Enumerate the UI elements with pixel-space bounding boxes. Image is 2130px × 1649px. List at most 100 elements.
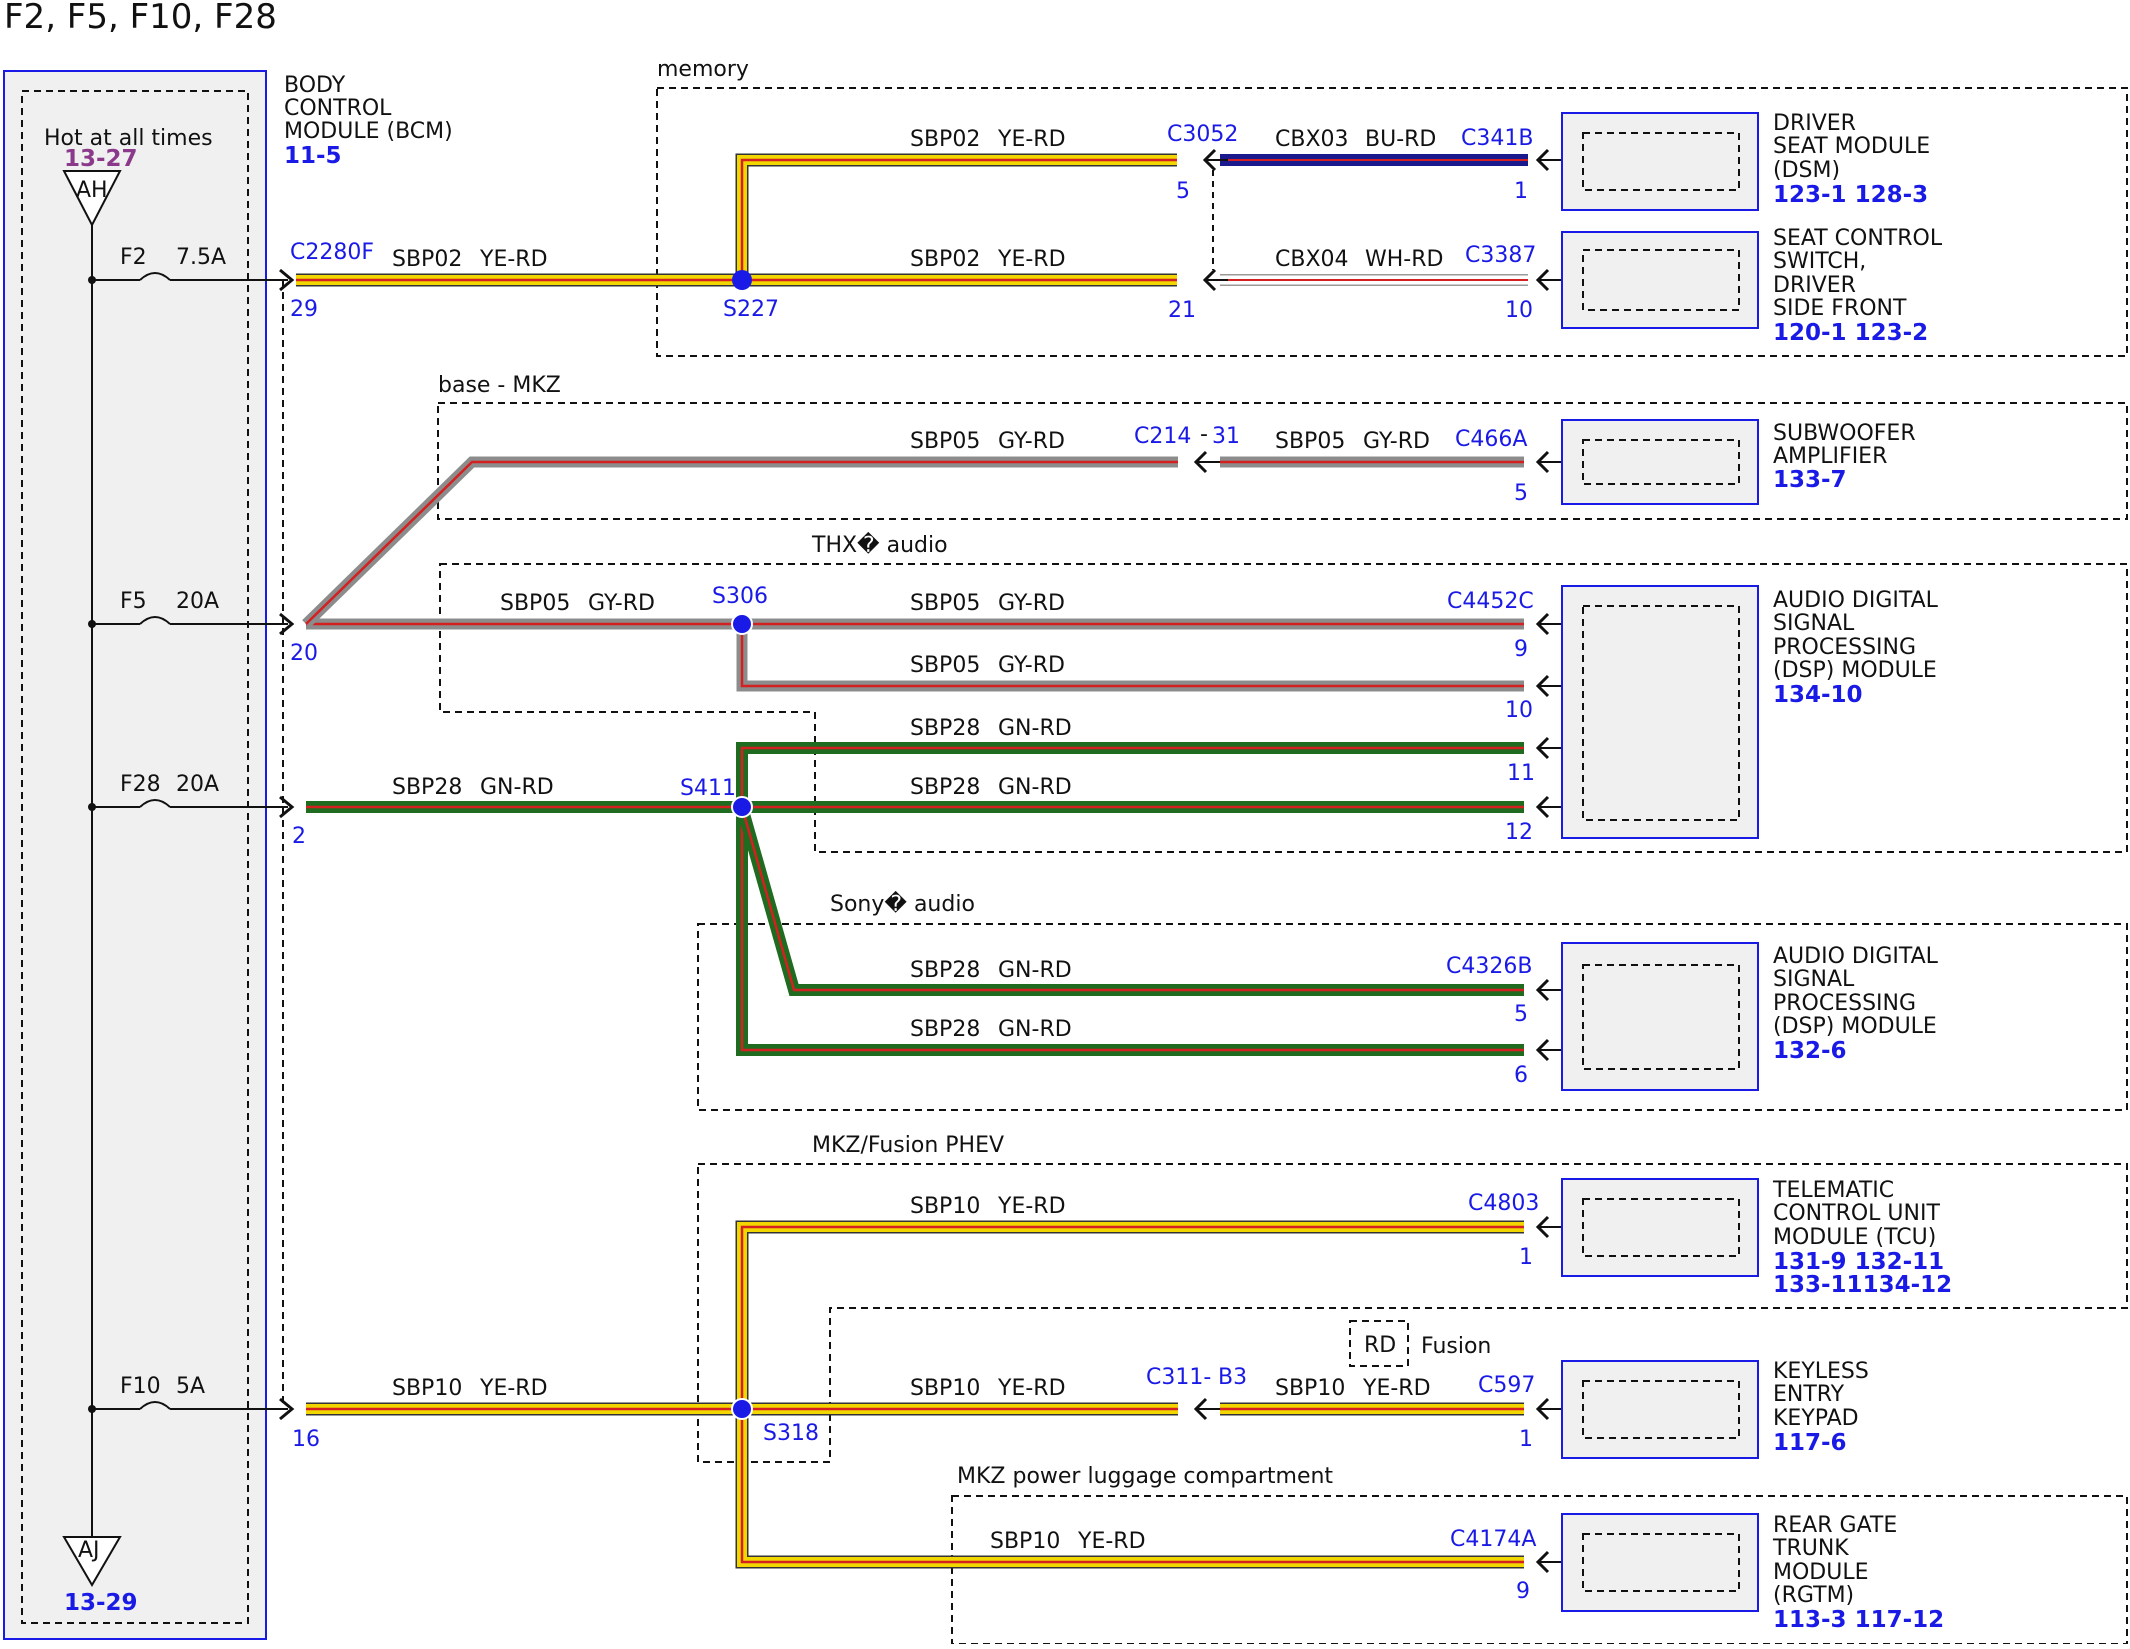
fuse-f5-name: F5 — [120, 589, 147, 614]
module-seat-switch-ref: 120-1 123-2 — [1773, 320, 1928, 346]
wl-gnrd-b: GN-RD — [480, 775, 554, 800]
module-seat-switch-label: SEAT CONTROL SWITCH, DRIVER SIDE FRONT 1… — [1773, 226, 1943, 346]
pin-c4326b-6: 6 — [1514, 1063, 1528, 1088]
group-sony-label: Sony� audio — [830, 890, 975, 917]
module-pin-arrows — [1535, 148, 1580, 1574]
wiring-diagram: F2, F5, F10, F28 BODY CONTROL MODULE (BC… — [0, 0, 2130, 1645]
pin-c4452c-12: 12 — [1505, 820, 1533, 845]
wl-sbp05-e: SBP05 — [910, 653, 980, 678]
wl-yerd-a: YE-RD — [479, 247, 548, 272]
connector-c3052: C3052 — [1167, 122, 1238, 147]
connector-c4326b: C4326B — [1446, 954, 1532, 979]
module-boxes — [1561, 112, 1759, 1612]
wl-gyrd-c: GY-RD — [588, 591, 655, 616]
module-dsm-label: DRIVER SEAT MODULE (DSM) 123-1 128-3 — [1773, 111, 1930, 208]
splice-s306 — [731, 613, 753, 635]
wl-sbp02-c: SBP02 — [910, 247, 980, 272]
module-dsm-ref: 123-1 128-3 — [1773, 182, 1928, 208]
module-dsp-thx-ref: 134-10 — [1773, 682, 1863, 708]
wl-whrd: WH-RD — [1365, 247, 1443, 272]
group-memory-label: memory — [657, 57, 749, 82]
bcm-panel — [3, 70, 267, 1640]
pin-16: 16 — [292, 1427, 320, 1452]
pin-c341b-1: 1 — [1514, 179, 1528, 204]
connector-c4803: C4803 — [1468, 1191, 1539, 1216]
wl-sbp10-d: SBP10 — [1275, 1376, 1345, 1401]
pin-2: 2 — [292, 824, 306, 849]
wl-sbp28-b: SBP28 — [392, 775, 462, 800]
connector-c214: C214 — [1134, 424, 1191, 449]
wl-gnrd-d: GN-RD — [998, 958, 1072, 983]
module-tcu-line1: TELEMATIC — [1772, 1178, 1894, 1203]
bcm-label-line2: CONTROL — [284, 96, 392, 121]
module-seat-switch-line1: SEAT CONTROL — [1773, 226, 1943, 251]
wl-sbp05-d: SBP05 — [910, 591, 980, 616]
wl-gyrd-d: GY-RD — [998, 591, 1065, 616]
fuse-f10-name: F10 — [120, 1374, 161, 1399]
connector-c4452c: C4452C — [1447, 589, 1534, 614]
hot-ref: 13-27 — [64, 146, 138, 172]
pin-c4803-1: 1 — [1519, 1245, 1533, 1270]
module-dsp-thx-label: AUDIO DIGITAL SIGNAL PROCESSING (DSP) MO… — [1773, 588, 1939, 708]
fuse-f2-amp: 7.5A — [176, 245, 226, 270]
module-rgtm-line4: (RGTM) — [1773, 1583, 1854, 1608]
wl-gnrd-a: GN-RD — [998, 716, 1072, 741]
module-dsp-sony-label: AUDIO DIGITAL SIGNAL PROCESSING (DSP) MO… — [1773, 944, 1939, 1064]
module-labels: DRIVER SEAT MODULE (DSM) 123-1 128-3 SEA… — [1772, 111, 1952, 1633]
module-rgtm-ref: 113-3 117-12 — [1773, 1607, 1944, 1633]
ground-triangle-label: AJ — [78, 1538, 100, 1563]
wl-gyrd-b: GY-RD — [1363, 429, 1430, 454]
module-rgtm-line1: REAR GATE — [1773, 1513, 1897, 1538]
module-keypad-line2: ENTRY — [1773, 1382, 1845, 1407]
module-dsm-line1: DRIVER — [1773, 111, 1856, 136]
splice-s318 — [731, 1398, 753, 1420]
wl-sbp05-a: SBP05 — [910, 429, 980, 454]
splice-s411-label: S411 — [680, 776, 736, 801]
connector-c2280f: C2280F — [290, 240, 374, 265]
pin-c597-1: 1 — [1519, 1427, 1533, 1452]
wl-gyrd-a: GY-RD — [998, 429, 1065, 454]
group-phev-label: MKZ/Fusion PHEV — [812, 1133, 1004, 1158]
wl-sbp05-c: SBP05 — [500, 591, 570, 616]
module-keypad-label: KEYLESS ENTRY KEYPAD 117-6 — [1773, 1359, 1869, 1456]
wl-yerd-b: YE-RD — [997, 127, 1066, 152]
wl-burd: BU-RD — [1365, 127, 1436, 152]
wl-yerd-g: YE-RD — [1362, 1376, 1431, 1401]
module-tcu-ref2: 133-11134-12 — [1773, 1272, 1952, 1298]
pin-c3052-5: 5 — [1176, 179, 1190, 204]
pin-c4174a-9: 9 — [1516, 1579, 1530, 1604]
hot-triangle-label: AH — [76, 178, 108, 203]
pin-c4452c-10: 10 — [1505, 698, 1533, 723]
splice-s306-label: S306 — [712, 584, 768, 609]
wl-yerd-e: YE-RD — [479, 1376, 548, 1401]
wl-cbx03: CBX03 — [1275, 127, 1349, 152]
fusion-option-label: Fusion — [1421, 1334, 1491, 1359]
fuse-f2-name: F2 — [120, 245, 147, 270]
connector-c3387: C3387 — [1465, 243, 1536, 268]
splice-s227 — [732, 270, 752, 290]
module-dsp-thx-line1: AUDIO DIGITAL — [1773, 588, 1939, 613]
bcm-label-line3: MODULE (BCM) — [284, 119, 453, 144]
connector-c214-dash: - — [1200, 422, 1208, 447]
pin-c3052-21: 21 — [1168, 298, 1196, 323]
module-dsp-sony-line3: PROCESSING — [1773, 991, 1916, 1016]
wl-sbp02-a: SBP02 — [392, 247, 462, 272]
module-rgtm-line2: TRUNK — [1772, 1536, 1849, 1561]
module-dsm-line3: (DSM) — [1773, 158, 1840, 183]
module-keypad-line1: KEYLESS — [1773, 1359, 1869, 1384]
module-dsp-sony-line1: AUDIO DIGITAL — [1773, 944, 1939, 969]
connector-c214-pin: 31 — [1212, 424, 1240, 449]
module-seat-switch-line3: DRIVER — [1773, 273, 1856, 298]
pin-20: 20 — [290, 641, 318, 666]
splice-s318-label: S318 — [763, 1421, 819, 1446]
pin-c466a-5: 5 — [1514, 481, 1528, 506]
fuse-f10-amp: 5A — [176, 1374, 205, 1399]
module-dsp-thx-line4: (DSP) MODULE — [1773, 658, 1937, 683]
module-rgtm-label: REAR GATE TRUNK MODULE (RGTM) 113-3 117-… — [1772, 1513, 1944, 1633]
module-subwoofer-line1: SUBWOOFER — [1773, 421, 1916, 446]
pin-c4452c-9: 9 — [1514, 637, 1528, 662]
group-base-mkz-label: base - MKZ — [438, 373, 561, 398]
pin-c4452c-11: 11 — [1507, 761, 1535, 786]
wl-sbp10-c: SBP10 — [910, 1376, 980, 1401]
wl-sbp28-e: SBP28 — [910, 1017, 980, 1042]
